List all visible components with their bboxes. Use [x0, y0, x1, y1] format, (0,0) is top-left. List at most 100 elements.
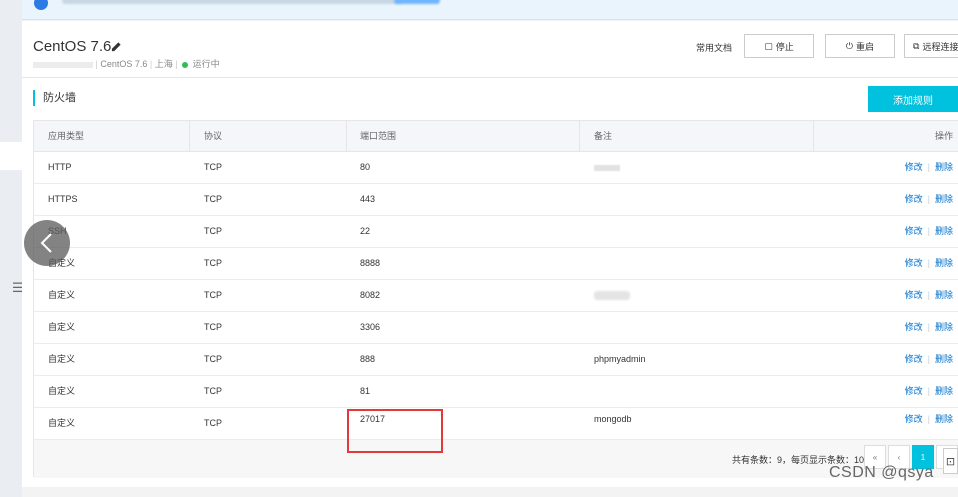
- running-status-dot: [182, 61, 189, 68]
- col-app-type: 应用类型: [48, 131, 85, 141]
- delete-link[interactable]: 删除: [935, 322, 953, 332]
- delete-link[interactable]: 删除: [935, 258, 953, 268]
- sidebar-active-strip: [0, 142, 22, 170]
- cell-type: 自定义: [48, 354, 76, 364]
- instance-status: 运行中: [192, 59, 220, 69]
- edit-link[interactable]: 修改: [905, 414, 923, 424]
- remote-icon: ⧉: [913, 40, 920, 51]
- restart-button-label: 重启: [856, 41, 875, 52]
- cell-port: 888: [360, 354, 376, 364]
- delete-link[interactable]: 删除: [935, 290, 953, 300]
- action-separator: |: [927, 414, 930, 424]
- edit-link[interactable]: 修改: [905, 354, 923, 364]
- watermark: CSDN @qsya: [829, 464, 934, 481]
- instance-panel: CentOS 7.6 | CentOS 7.6 | 上海 | 运行中 常用文档 …: [22, 21, 958, 497]
- cell-protocol: TCP: [204, 226, 222, 236]
- row-actions: 修改 | 删除: [905, 216, 953, 247]
- instance-os: CentOS 7.6: [100, 59, 148, 69]
- col-port-range: 端口范围: [360, 131, 397, 141]
- delete-link[interactable]: 删除: [935, 162, 953, 172]
- cell-protocol: TCP: [204, 354, 222, 364]
- stop-button[interactable]: ▢ 停止: [744, 34, 814, 58]
- table-row: 自定义 TCP 8082 修改 | 删除: [34, 280, 958, 312]
- cell-type: 自定义: [48, 322, 76, 332]
- notice-link[interactable]: [394, 0, 440, 4]
- row-actions: 修改 | 删除: [905, 152, 953, 183]
- edit-link[interactable]: 修改: [905, 226, 923, 236]
- cell-port: 8082: [360, 290, 381, 300]
- delete-link[interactable]: 删除: [935, 414, 953, 424]
- cell-type: 自定义: [48, 418, 76, 428]
- feedback-icon[interactable]: ⊡: [943, 448, 958, 474]
- cell-type: 自定义: [48, 386, 76, 396]
- cell-protocol: TCP: [204, 194, 222, 204]
- table-row: 自定义 TCP 888 phpmyadmin 修改 | 删除: [34, 344, 958, 376]
- edit-link[interactable]: 修改: [905, 386, 923, 396]
- cell-protocol: TCP: [204, 290, 222, 300]
- cell-note: phpmyadmin: [594, 354, 646, 364]
- add-rule-button[interactable]: 添加规则: [868, 86, 958, 112]
- notice-text: [62, 0, 402, 4]
- table-footer: 共有条数：9，每页显示条数：10 « ‹ 1 ›: [34, 440, 958, 478]
- table-row: HTTPS TCP 443 修改 | 删除: [34, 184, 958, 216]
- cell-port: 81: [360, 386, 371, 396]
- instance-title: CentOS 7.6: [33, 38, 112, 55]
- stop-button-label: 停止: [775, 41, 794, 52]
- instance-id-redacted: [33, 61, 93, 68]
- delete-link[interactable]: 删除: [935, 226, 953, 236]
- notice-banner: [22, 0, 958, 20]
- section-title: 防火墙: [33, 90, 76, 106]
- info-icon: [34, 0, 48, 10]
- cell-protocol: TCP: [204, 418, 222, 428]
- cell-type: HTTP: [48, 162, 72, 172]
- left-sidebar: [0, 0, 22, 497]
- firewall-table: 应用类型 协议 端口范围 备注 操作 HTTP TCP 80 修改 | 删除 HTT…: [33, 120, 958, 478]
- edit-link[interactable]: 修改: [905, 290, 923, 300]
- power-icon: ⏻: [845, 40, 854, 51]
- instance-header: CentOS 7.6 | CentOS 7.6 | 上海 | 运行中 常用文档 …: [22, 21, 958, 78]
- table-row: 自定义 TCP 27017 mongodb 修改 | 删除: [34, 408, 958, 440]
- cell-note-redacted: [594, 280, 630, 311]
- cell-port: 443: [360, 194, 376, 204]
- delete-link[interactable]: 删除: [935, 386, 953, 396]
- cell-type: 自定义: [48, 290, 76, 300]
- row-actions: 修改 | 删除: [905, 248, 953, 279]
- instance-meta: | CentOS 7.6 | 上海 | 运行中: [33, 57, 220, 70]
- cell-port: 8888: [360, 258, 381, 268]
- table-row: 自定义 TCP 81 修改 | 删除: [34, 376, 958, 408]
- action-separator: |: [927, 226, 930, 236]
- page-bottom: [22, 487, 958, 497]
- remote-connect-label: 远程连接: [922, 41, 958, 52]
- edit-link[interactable]: 修改: [905, 194, 923, 204]
- cell-note-redacted: [594, 152, 620, 183]
- edit-link[interactable]: 修改: [905, 258, 923, 268]
- table-row: 自定义 TCP 3306 修改 | 删除: [34, 312, 958, 344]
- edit-link[interactable]: 修改: [905, 162, 923, 172]
- stop-icon: ▢: [764, 40, 773, 51]
- action-separator: |: [927, 386, 930, 396]
- table-header: 应用类型 协议 端口范围 备注 操作: [34, 121, 958, 152]
- delete-link[interactable]: 删除: [935, 194, 953, 204]
- action-separator: |: [927, 354, 930, 364]
- edit-link[interactable]: 修改: [905, 322, 923, 332]
- col-divider: [579, 121, 580, 152]
- cell-type: HTTPS: [48, 194, 78, 204]
- row-actions: 修改 | 删除: [905, 184, 953, 215]
- cell-protocol: TCP: [204, 162, 222, 172]
- cell-protocol: TCP: [204, 322, 222, 332]
- edit-icon[interactable]: [111, 41, 122, 52]
- cell-protocol: TCP: [204, 258, 222, 268]
- delete-link[interactable]: 删除: [935, 354, 953, 364]
- table-row: HTTP TCP 80 修改 | 删除: [34, 152, 958, 184]
- row-actions: 修改 | 删除: [905, 376, 953, 407]
- remote-connect-button[interactable]: ⧉ 远程连接: [904, 34, 958, 58]
- cell-note: mongodb: [594, 414, 632, 424]
- restart-button[interactable]: ⏻ 重启: [825, 34, 895, 58]
- back-button[interactable]: [24, 220, 70, 266]
- cell-port: 3306: [360, 322, 381, 332]
- cell-protocol: TCP: [204, 386, 222, 396]
- col-actions: 操作: [934, 131, 953, 141]
- table-row: 自定义 TCP 8888 修改 | 删除: [34, 248, 958, 280]
- cell-port: 80: [360, 162, 371, 172]
- docs-link[interactable]: 常用文档: [696, 41, 732, 54]
